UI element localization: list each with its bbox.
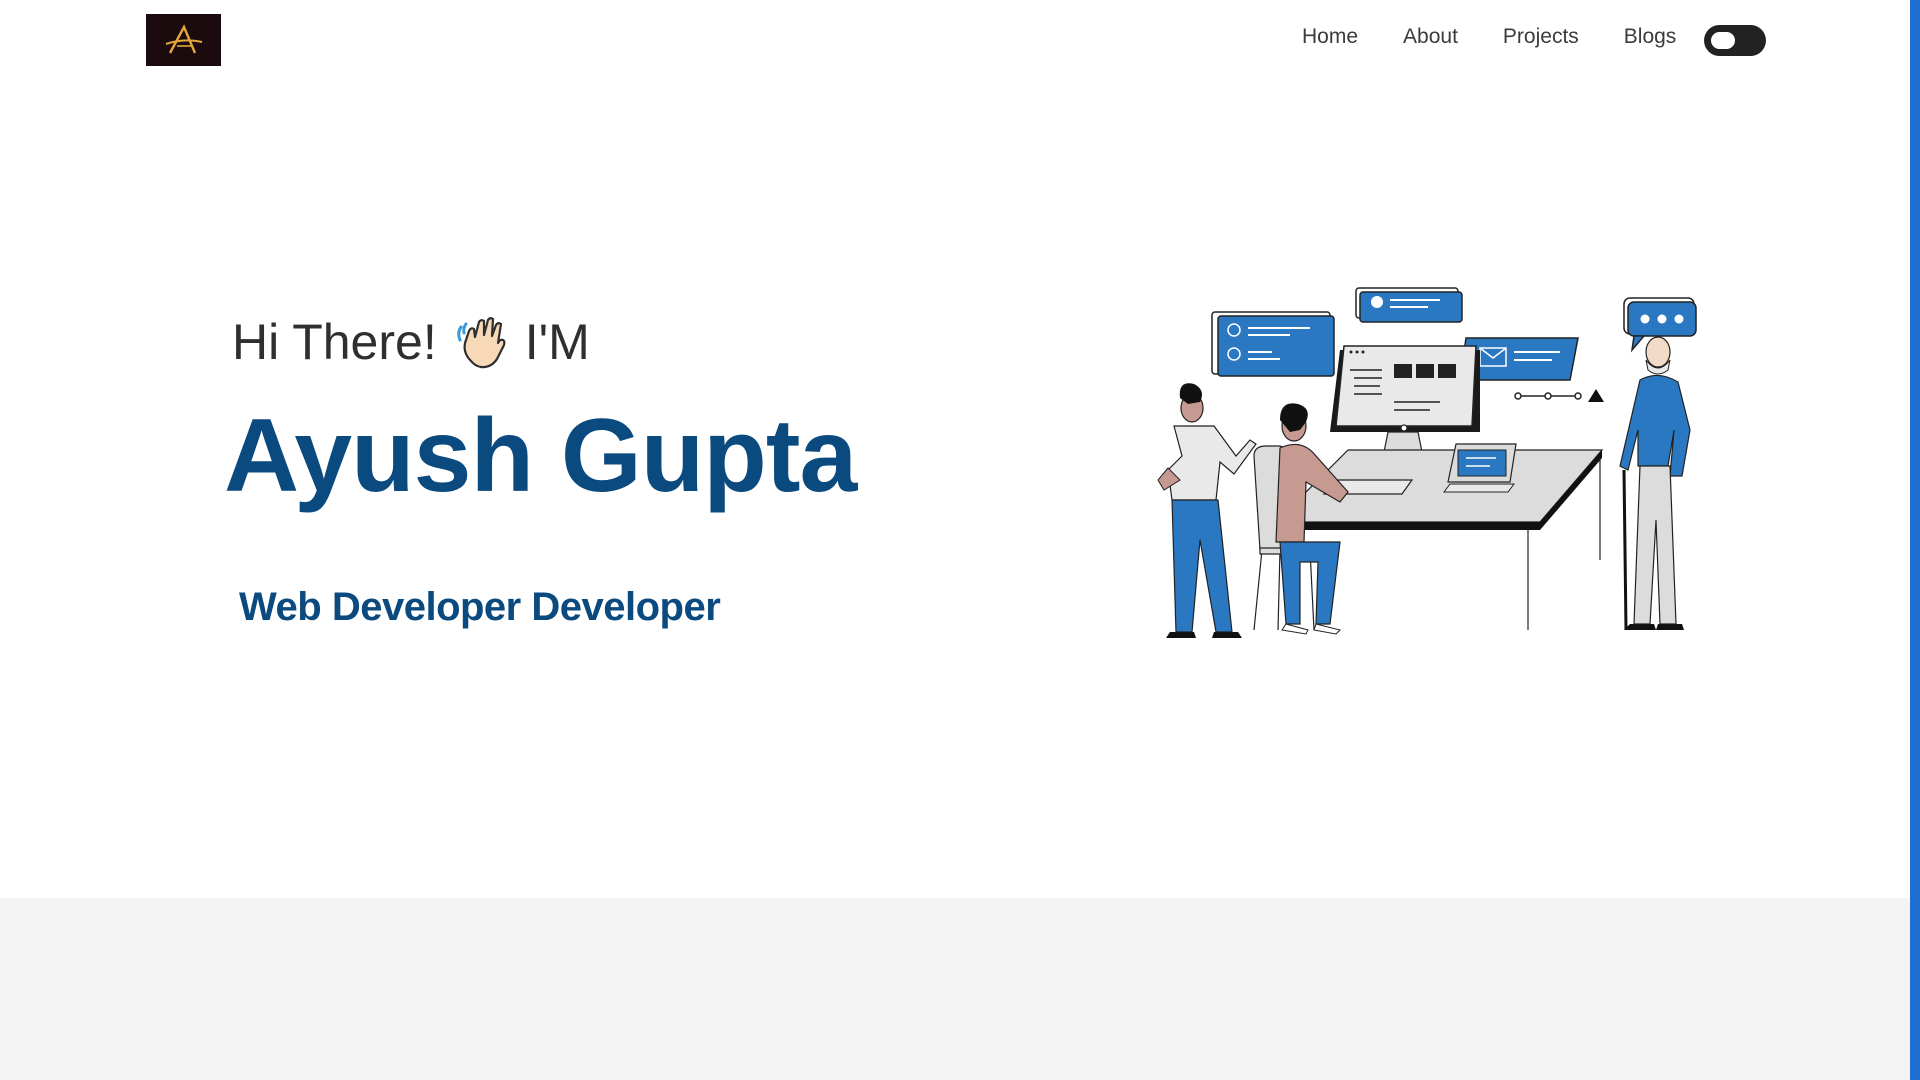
- next-section: [0, 898, 1910, 1080]
- standing-person-icon: [1157, 383, 1257, 638]
- greeting-text: Hi There!: [232, 314, 437, 370]
- theme-toggle-switch[interactable]: [1704, 25, 1766, 56]
- floating-card-icon: [1211, 311, 1335, 377]
- checklist-card-icon: [1355, 287, 1463, 323]
- page: Home About Projects Blogs Hi There! I'M …: [0, 0, 1920, 1080]
- logo-mark-icon: [165, 24, 202, 54]
- nav-home-link[interactable]: Home: [1302, 24, 1358, 50]
- nav-about-link[interactable]: About: [1403, 24, 1458, 50]
- nav-links: Home About Projects Blogs: [1302, 24, 1676, 50]
- navbar: Home About Projects Blogs: [0, 0, 1910, 80]
- computer-monitor-icon: [1330, 345, 1480, 453]
- nav-blogs-link[interactable]: Blogs: [1624, 24, 1677, 50]
- scrollbar[interactable]: [1910, 0, 1920, 1080]
- toggle-knob: [1711, 32, 1735, 49]
- greeting-suffix-text: I'M: [524, 314, 590, 370]
- timeline-icon: [1514, 389, 1604, 402]
- nav-projects-link[interactable]: Projects: [1503, 24, 1579, 50]
- waving-hand-icon: [453, 313, 511, 371]
- hero-name: Ayush Gupta: [224, 398, 857, 514]
- hero-role: Web Developer Developer: [239, 585, 721, 629]
- hero-greeting: Hi There! I'M: [232, 313, 590, 371]
- elderly-person-icon: [1619, 336, 1691, 631]
- logo[interactable]: [146, 14, 221, 66]
- developers-illustration: [1157, 287, 1697, 638]
